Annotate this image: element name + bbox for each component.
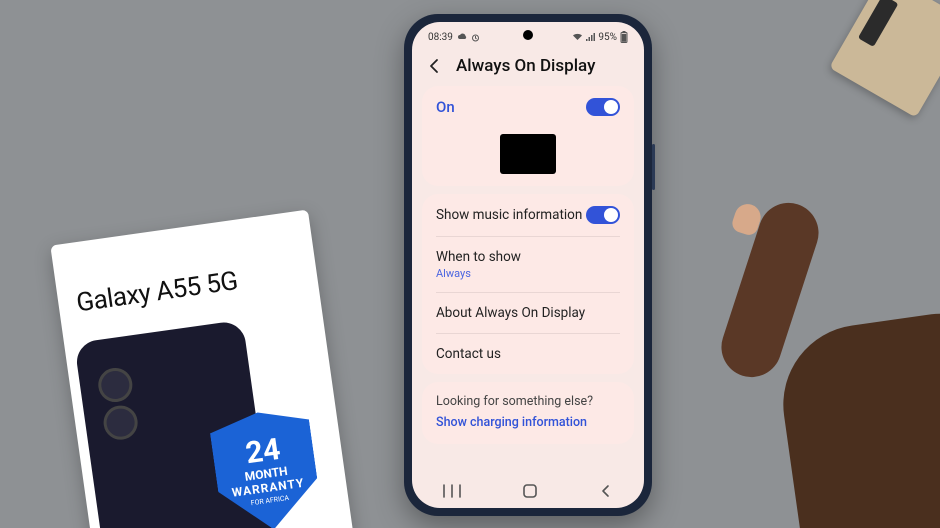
nav-back-button[interactable] (599, 484, 613, 498)
recents-icon (443, 484, 461, 498)
alarm-icon (471, 33, 480, 42)
back-icon (599, 484, 613, 498)
home-icon (522, 483, 538, 499)
when-to-show-value: Always (436, 267, 521, 280)
related-settings-card: Looking for something else? Show chargin… (422, 382, 634, 444)
aod-master-switch[interactable] (586, 98, 620, 116)
cloud-icon (457, 33, 467, 41)
chevron-left-icon (427, 58, 443, 74)
system-nav-bar (412, 474, 644, 508)
show-charging-info-link[interactable]: Show charging information (422, 413, 634, 444)
hand (650, 140, 940, 520)
when-to-show-label: When to show (436, 249, 521, 265)
about-aod-label: About Always On Display (436, 305, 585, 321)
phone-screen: 08:39 95% (412, 22, 644, 508)
nav-home-button[interactable] (522, 483, 538, 499)
status-time: 08:39 (428, 32, 453, 43)
when-to-show-row[interactable]: When to show Always (422, 237, 634, 292)
page-header: Always On Display (412, 48, 644, 86)
aod-settings-card: Show music information When to show Alwa… (422, 194, 634, 374)
contact-us-label: Contact us (436, 346, 501, 362)
warranty-badge: 24 MONTH WARRANTY FOR AFRICA (208, 406, 323, 528)
aod-master-label: On (436, 98, 455, 116)
wooden-block (829, 0, 940, 118)
page-title: Always On Display (456, 56, 595, 76)
product-box: Galaxy A55 5G 24 MONTH WARRANTY FOR AFRI… (50, 210, 353, 528)
music-info-switch[interactable] (586, 206, 620, 224)
phone-frame: 08:39 95% (404, 14, 652, 516)
contact-us-row[interactable]: Contact us (422, 334, 634, 374)
aod-preview-thumb (500, 134, 556, 174)
scene: Galaxy A55 5G 24 MONTH WARRANTY FOR AFRI… (0, 0, 940, 528)
music-info-row[interactable]: Show music information (422, 194, 634, 236)
aod-preview[interactable] (422, 128, 634, 186)
back-button[interactable] (426, 57, 444, 75)
warranty-number: 24 (244, 435, 282, 470)
related-question: Looking for something else? (422, 382, 634, 413)
about-aod-row[interactable]: About Always On Display (422, 293, 634, 333)
wifi-icon (572, 33, 583, 41)
battery-icon (620, 31, 628, 43)
signal-icon (586, 33, 595, 41)
product-brand: Galaxy A55 5G (75, 266, 240, 318)
phone-side-button (652, 144, 655, 190)
aod-main-card: On (422, 86, 634, 186)
aod-master-toggle-row[interactable]: On (422, 86, 634, 128)
front-camera-hole (523, 30, 533, 40)
battery-percent: 95% (598, 32, 617, 43)
music-info-label: Show music information (436, 207, 582, 223)
nav-recents-button[interactable] (443, 484, 461, 498)
